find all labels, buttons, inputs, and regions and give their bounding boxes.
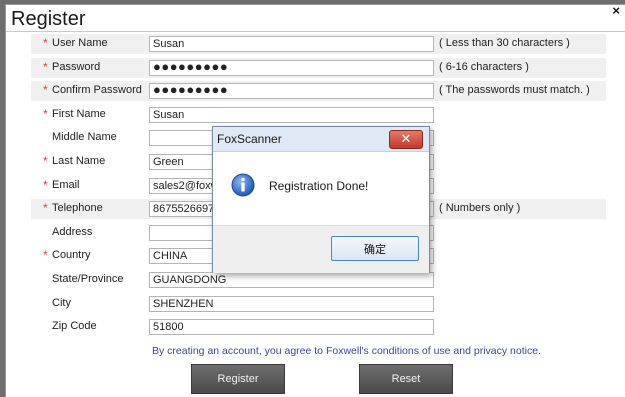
dialog-close-icon[interactable]: ✕	[389, 130, 423, 149]
window-title: Register	[11, 8, 86, 30]
field-label: * Password	[43, 60, 101, 74]
field-label-text: User Name	[52, 37, 108, 49]
dialog-title: FoxScanner	[217, 132, 282, 146]
dialog-titlebar: FoxScanner ✕	[213, 127, 429, 152]
terms-notice: By creating an account, you agree to Fox…	[152, 345, 541, 357]
field-label: State/Province	[52, 273, 124, 285]
field-hint: ( Numbers only )	[439, 202, 521, 215]
field-input[interactable]: Susan	[149, 36, 434, 52]
field-label: City	[52, 297, 71, 309]
field-hint: ( Less than 30 characters )	[439, 37, 570, 49]
field-input[interactable]: 51800	[149, 319, 434, 336]
form-row: * First Name Susan	[6, 105, 625, 127]
form-row: State/Province GUANGDONG	[6, 270, 625, 292]
field-label: * Country	[43, 248, 91, 262]
form-row: * Confirm Password ●●●●●●●●● ( The password…	[6, 81, 625, 103]
field-label-text: Password	[52, 60, 101, 73]
form-row: * Password ●●●●●●●●● ( 6-16 characters )	[6, 57, 625, 80]
field-label: * User Name	[43, 36, 108, 50]
form-row: * User Name Susan ( Less than 30 characters…	[6, 34, 625, 56]
field-input[interactable]: Susan	[149, 106, 434, 123]
required-marker: *	[43, 248, 48, 263]
field-label: * Email	[43, 178, 80, 192]
field-label-text: Country	[52, 249, 91, 262]
field-label-text: Confirm Password	[52, 84, 142, 97]
info-icon	[231, 173, 255, 197]
register-button[interactable]: Register	[191, 364, 285, 394]
required-marker: *	[43, 36, 48, 50]
field-label-text: State/Province	[52, 273, 124, 285]
required-marker: *	[43, 59, 48, 74]
required-marker: *	[43, 201, 48, 216]
dialog-footer: 确定	[213, 225, 429, 273]
field-hint: ( The passwords must match. )	[439, 84, 590, 97]
field-label-text: Middle Name	[52, 131, 117, 144]
dialog-message: Registration Done!	[269, 179, 369, 193]
field-label: * First Name	[43, 107, 106, 121]
title-divider	[6, 31, 625, 32]
field-label-text: City	[52, 296, 71, 309]
form-row: City SHENZHEN	[6, 294, 625, 316]
field-input[interactable]: SHENZHEN	[149, 295, 434, 312]
field-label-text: Zip Code	[52, 320, 97, 333]
field-label-text: Address	[52, 225, 93, 238]
required-marker: *	[43, 154, 48, 168]
window-close-icon[interactable]: ×	[612, 3, 620, 18]
field-label: Zip Code	[52, 320, 97, 332]
required-marker: *	[43, 106, 48, 121]
ok-button[interactable]: 确定	[331, 236, 419, 261]
field-label-text: Last Name	[52, 155, 106, 167]
field-label: * Telephone	[43, 201, 103, 215]
registration-dialog: FoxScanner ✕ Registration Done! 确定	[212, 126, 430, 273]
required-marker: *	[43, 83, 48, 98]
field-label: Address	[52, 226, 92, 238]
field-input[interactable]: GUANGDONG	[149, 272, 434, 288]
field-input[interactable]: ●●●●●●●●●	[149, 83, 434, 100]
reset-button[interactable]: Reset	[359, 364, 453, 394]
field-label: * Confirm Password	[43, 83, 142, 97]
field-label-text: First Name	[52, 107, 106, 120]
field-label: * Last Name	[43, 154, 106, 168]
field-hint: ( 6-16 characters )	[439, 60, 529, 73]
field-label: Middle Name	[52, 131, 117, 143]
required-marker: *	[43, 177, 48, 192]
field-input[interactable]: ●●●●●●●●●	[149, 59, 434, 76]
field-label-text: Telephone	[52, 202, 103, 215]
form-row: Zip Code 51800	[6, 317, 625, 339]
field-label-text: Email	[52, 178, 80, 191]
